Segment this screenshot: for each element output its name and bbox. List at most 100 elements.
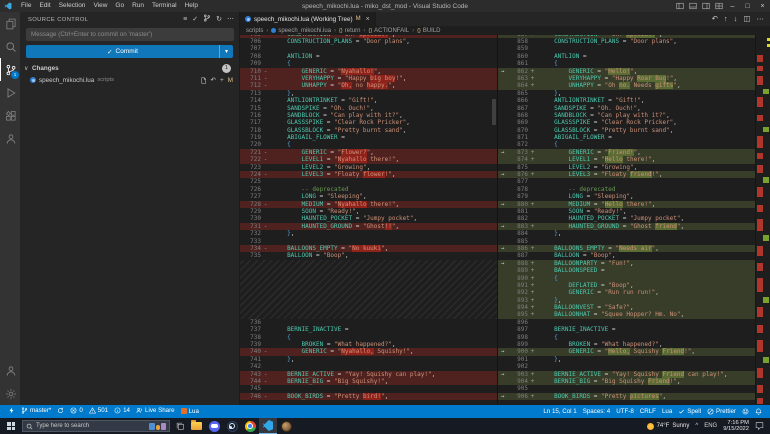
code-line-893[interactable]: 893+ }, — [498, 297, 755, 304]
code-line-873[interactable]: →873+ GENERIC = "Friend!", — [498, 149, 755, 156]
code-line-866[interactable]: 866 ANTLIONTRINKET = "Gift!", — [498, 97, 755, 104]
commit-button[interactable]: ✓ Commit ▾ — [26, 45, 233, 58]
code-line-902[interactable]: 902 — [498, 363, 755, 370]
status-sync-status[interactable] — [54, 407, 67, 414]
code-line-744[interactable]: 744- BERNIE_BIG = "Big Squishy!", — [240, 378, 497, 385]
code-line-895[interactable]: 895+ BALLOONHAT = "Squee Hopper? Hm. No"… — [498, 311, 755, 318]
code-line-736[interactable]: 736 — [240, 319, 497, 326]
code-line-733[interactable]: 733 — [240, 238, 497, 245]
code-line-886[interactable]: →886+ BALLOONS_EMPTY = "Needs air", — [498, 245, 755, 252]
code-line-728[interactable]: 728- MEDIUM = "Nyahallo there!", — [240, 201, 497, 208]
next-change-icon[interactable]: ↓ — [734, 12, 738, 26]
breadcrumb-item-actionfail[interactable]: {}ACTIONFAIL — [368, 28, 409, 34]
code-line-891[interactable]: 891+ DEFLATED = "Boop", — [498, 282, 755, 289]
status-language-mode[interactable]: Lua — [659, 408, 675, 415]
commit-message-input[interactable] — [26, 28, 234, 41]
close-button[interactable]: × — [755, 0, 770, 12]
code-line-890[interactable]: 890+ { — [498, 275, 755, 282]
code-line-739[interactable]: 739 BROKEN = "What happened?", — [240, 341, 497, 348]
code-line-864[interactable]: 864+ UNHAPPY = "Oh no. Needs gifts", — [498, 82, 755, 89]
code-line-906[interactable]: →906+ BOOK_BIRDS = "Pretty pictures", — [498, 393, 755, 400]
code-line-738[interactable]: 738 { — [240, 334, 497, 341]
taskbar-app-discord[interactable] — [205, 418, 223, 434]
code-line-711[interactable]: 711- VERYHAPPY = "Happy big boy!", — [240, 75, 497, 82]
code-line-899[interactable]: 899 BROKEN = "What happened?", — [498, 341, 755, 348]
activity-account-icon[interactable] — [0, 359, 20, 382]
commit-icon[interactable]: ✓ — [192, 15, 198, 25]
code-line-858[interactable]: 858 CONSTRUCTION_PLANS = "Door plans", — [498, 38, 755, 45]
code-line-884[interactable]: 884 }, — [498, 230, 755, 237]
language-indicator[interactable]: ENG — [704, 423, 717, 429]
stage-changes-icon[interactable]: + — [220, 77, 224, 84]
breadcrumb-item-return[interactable]: {}return — [339, 28, 360, 34]
diff-change-arrow-icon[interactable]: → — [498, 371, 507, 378]
breadcrumb-item-scripts[interactable]: scripts — [246, 28, 263, 34]
code-line-901[interactable]: 901 }, — [498, 356, 755, 363]
code-line-880[interactable]: →880+ MEDIUM = "Hello there!", — [498, 201, 755, 208]
discard-changes-icon[interactable]: ↶ — [211, 76, 216, 84]
status-problems-errors[interactable]: 0 — [67, 407, 85, 414]
layout-grid-toggle-icon[interactable] — [712, 0, 725, 12]
code-line-729[interactable]: 729 SOON = "Ready!", — [240, 208, 497, 215]
notification-center-button[interactable] — [755, 421, 764, 432]
weather-widget[interactable]: 74°F Sunny — [647, 423, 690, 430]
code-line-737[interactable]: 737 BERNIE_INACTIVE = — [240, 326, 497, 333]
code-line-710[interactable]: 710- GENERIC = "Nyahallo!", — [240, 68, 497, 75]
code-line-730[interactable]: 730 HAUNTED_POCKET = "Jumpy pocket", — [240, 215, 497, 222]
activity-source-control-icon[interactable]: 1 — [0, 58, 20, 81]
code-line-876[interactable]: →876+ LEVEL3 = "Floaty friend!", — [498, 171, 755, 178]
code-line-892[interactable]: 892+ GENERIC = "Run run run!", — [498, 289, 755, 296]
code-line-903[interactable]: →903+ BERNIE_ACTIVE = "Yay! Squishy Frie… — [498, 371, 755, 378]
code-line-720[interactable]: 720 { — [240, 141, 497, 148]
commit-dropdown-button[interactable]: ▾ — [219, 45, 233, 58]
diff-change-arrow-icon[interactable]: → — [498, 260, 507, 267]
code-line-724[interactable]: 724- LEVEL3 = "Floaty flower!", — [240, 171, 497, 178]
status-eol[interactable]: CRLF — [637, 408, 659, 415]
code-line-870[interactable]: 870 GLASSBLOCK = "Pretty burnt sand", — [498, 127, 755, 134]
activity-extensions-icon[interactable] — [0, 104, 20, 127]
code-line-727[interactable]: 727 LONG = "Sleeping", — [240, 193, 497, 200]
code-line-714[interactable]: 714 ANTLIONTRINKET = "Gift!", — [240, 97, 497, 104]
code-line-742[interactable]: 742 — [240, 363, 497, 370]
maximize-button[interactable]: □ — [740, 0, 755, 12]
task-view-button[interactable] — [173, 418, 187, 434]
code-line-860[interactable]: 860 ANTLION = — [498, 53, 755, 60]
menu-help[interactable]: Help — [181, 0, 202, 12]
status-prettier[interactable]: Prettier — [704, 408, 739, 415]
code-line-897[interactable]: 897 BERNIE_INACTIVE = — [498, 326, 755, 333]
code-line-904[interactable]: 904+ BERNIE_BIG = "Big Squishy Friend!", — [498, 378, 755, 385]
status-spell-checker[interactable]: Spell — [675, 408, 704, 415]
status-cursor-position[interactable]: Ln 15, Col 1 — [540, 408, 579, 415]
tab-working-tree[interactable]: speech_mikochi.lua (Working Tree) M × — [240, 12, 376, 26]
taskbar-app-file-explorer[interactable] — [187, 418, 205, 434]
status-live-share[interactable]: Live Share — [133, 407, 178, 414]
menu-selection[interactable]: Selection — [55, 0, 90, 12]
layout-sidebar-right-toggle-icon[interactable] — [699, 0, 712, 12]
code-line-717[interactable]: 717 GLASSSPIKE = "Clear Rock Pricker", — [240, 119, 497, 126]
status-indentation[interactable]: Spaces: 4 — [580, 408, 614, 415]
code-line-875[interactable]: 875 LEVEL2 = "Growing", — [498, 164, 755, 171]
code-line-716[interactable]: 716 SANDBLOCK = "Can play with it?", — [240, 112, 497, 119]
changes-section-header[interactable]: ∨ Changes 1 — [20, 62, 239, 74]
diff-change-arrow-icon[interactable]: → — [498, 171, 507, 178]
code-line-743[interactable]: 743- BERNIE_ACTIVE = "Yay! Squishy can p… — [240, 371, 497, 378]
code-line-722[interactable]: 722- LEVEL1 = "Nyahallo there!", — [240, 156, 497, 163]
code-line-861[interactable]: 861 { — [498, 60, 755, 67]
previous-change-icon[interactable]: ↑ — [724, 12, 728, 26]
changed-file-row[interactable]: speech_mikochi.lua scripts ↶+M — [20, 74, 239, 86]
diff-change-arrow-icon[interactable]: → — [498, 223, 507, 230]
code-line-735[interactable]: 735 BALLOON = "Boop", — [240, 252, 497, 259]
menu-edit[interactable]: Edit — [35, 0, 54, 12]
status-encoding[interactable]: UTF-8 — [613, 408, 637, 415]
code-line-878[interactable]: 878 -- deprecated — [498, 186, 755, 193]
activity-remote-icon[interactable] — [0, 127, 20, 150]
code-line-869[interactable]: 869 GLASSSPIKE = "Clear Rock Pricker", — [498, 119, 755, 126]
code-line-726[interactable]: 726 -- deprecated — [240, 186, 497, 193]
split-editor-icon[interactable]: ◫ — [743, 12, 750, 26]
status-problems-warnings[interactable]: 501 — [86, 407, 111, 414]
menu-go[interactable]: Go — [111, 0, 128, 12]
code-line-882[interactable]: 882 HAUNTED_POCKET = "Jumpy pocket", — [498, 215, 755, 222]
activity-settings-icon[interactable] — [0, 382, 20, 405]
start-button[interactable] — [3, 418, 19, 434]
taskbar-search[interactable]: Type here to search — [22, 420, 170, 432]
